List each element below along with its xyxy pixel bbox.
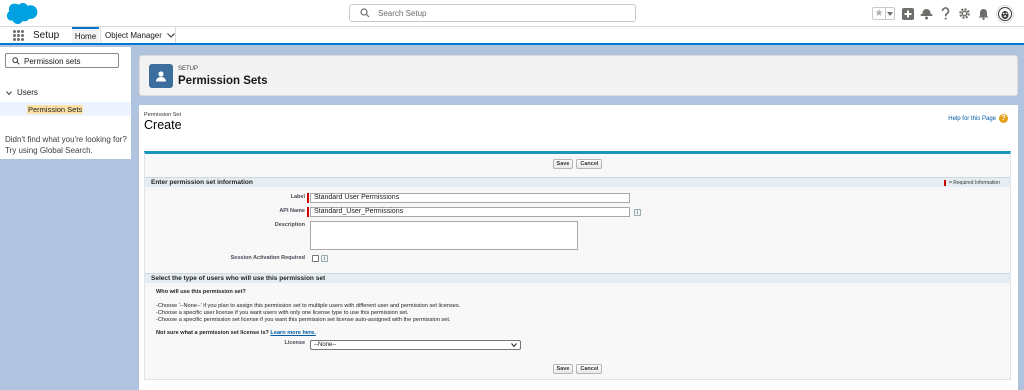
info-icon[interactable]: i: [321, 255, 328, 262]
section-header-info: Enter permission set information = Requi…: [145, 177, 1010, 187]
user-type-bullet: -Choose '--None--' if you plan to assign…: [156, 303, 461, 309]
license-field-label: License: [284, 340, 305, 346]
user-type-question: Who will use this permission set?: [156, 289, 246, 295]
required-legend: = Required Information: [943, 180, 1000, 186]
description-field-label: Description: [274, 222, 305, 228]
user-type-bullet: -Choose a specific user license if you w…: [156, 310, 409, 316]
api-name-field-label: API Name: [279, 208, 305, 214]
gear-icon[interactable]: [958, 7, 971, 20]
chevron-down-icon: [511, 343, 517, 347]
section-header-user-type: Select the type of users who will use th…: [145, 273, 1010, 283]
user-icon: [149, 64, 173, 88]
cancel-button[interactable]: Cancel: [576, 364, 603, 374]
page-header: SETUP Permission Sets: [139, 55, 1018, 96]
save-button[interactable]: Save: [552, 159, 574, 169]
avatar-icon[interactable]: [996, 4, 1014, 23]
learn-more-link[interactable]: Learn more here.: [270, 330, 315, 336]
search-icon: [360, 8, 370, 18]
help-icon[interactable]: ?: [999, 114, 1008, 123]
bottom-button-row: Save Cancel: [145, 364, 1010, 374]
search-icon: [12, 57, 20, 65]
required-indicator: [307, 207, 309, 217]
app-name: Setup: [33, 30, 60, 41]
license-select-value: --None--: [314, 342, 337, 348]
main-content: Permission Set Create Help for this Page…: [139, 105, 1018, 390]
tab-home[interactable]: Home: [72, 27, 99, 43]
quick-find-value: Permission sets: [24, 57, 81, 66]
tab-object-manager[interactable]: Object Manager: [100, 27, 176, 43]
chevron-down-icon[interactable]: [885, 8, 894, 19]
top-button-row: Save Cancel: [145, 159, 1010, 169]
page-title: Permission Sets: [178, 75, 268, 87]
search-placeholder: Search Setup: [378, 9, 427, 18]
global-search-input[interactable]: Search Setup: [349, 4, 636, 22]
tree-item-users[interactable]: Users: [6, 88, 38, 97]
not-sure-label: Not sure what a permission set license i…: [156, 330, 269, 336]
tree-item-permission-sets[interactable]: Permission Sets: [0, 102, 131, 116]
tab-object-manager-label: Object Manager: [105, 30, 162, 40]
setup-sidebar: Permission sets Users Permission Sets Di…: [0, 47, 131, 159]
session-activation-label: Session Activation Required: [230, 255, 305, 261]
section-title: Enter permission set information: [151, 179, 253, 186]
help-for-this-page-link[interactable]: Help for this Page ?: [948, 114, 1008, 123]
quick-find-input[interactable]: Permission sets: [5, 53, 119, 68]
trailhead-icon[interactable]: [920, 7, 933, 20]
required-indicator: [307, 193, 309, 203]
license-select[interactable]: --None--: [310, 340, 521, 350]
app-launcher-icon[interactable]: [13, 30, 24, 41]
save-button[interactable]: Save: [552, 364, 574, 374]
tab-home-label: Home: [74, 31, 97, 41]
cancel-button[interactable]: Cancel: [576, 159, 603, 169]
not-sure-text: Not sure what a permission set license i…: [156, 330, 316, 336]
label-field-label: Label: [290, 194, 305, 200]
label-input[interactable]: Standard User Permissions: [310, 193, 630, 203]
section-title: Select the type of users who will use th…: [151, 275, 326, 282]
user-type-bullet: -Choose a specific permission set licens…: [156, 317, 451, 323]
chevron-down-icon[interactable]: [6, 90, 12, 95]
star-icon[interactable]: ★: [873, 8, 885, 19]
page-eyebrow: SETUP: [178, 66, 199, 72]
help-link-label: Help for this Page: [948, 115, 996, 122]
plus-icon[interactable]: [901, 7, 914, 20]
chevron-down-icon[interactable]: [166, 32, 175, 38]
sidebar-help-text: Didn't find what you're looking for? Try…: [5, 135, 127, 155]
tree-item-users-label: Users: [17, 88, 38, 97]
salesforce-logo[interactable]: [6, 3, 38, 25]
session-activation-checkbox[interactable]: [312, 255, 319, 262]
api-name-input[interactable]: Standard_User_Permissions: [310, 207, 630, 217]
info-icon[interactable]: i: [634, 209, 641, 216]
required-legend-text: = Required Information: [948, 180, 1000, 186]
tree-item-permission-sets-label: Permission Sets: [27, 105, 84, 114]
bell-icon[interactable]: [977, 7, 990, 20]
description-textarea[interactable]: [310, 221, 578, 250]
help-icon[interactable]: [939, 7, 952, 20]
app-nav-bar: Setup Home Object Manager: [0, 27, 1024, 45]
favorites-group[interactable]: ★: [872, 7, 895, 20]
global-header: Search Setup ★: [0, 0, 1024, 27]
permission-set-form: Save Cancel Enter permission set informa…: [144, 151, 1011, 380]
content-title: Create: [144, 118, 182, 132]
